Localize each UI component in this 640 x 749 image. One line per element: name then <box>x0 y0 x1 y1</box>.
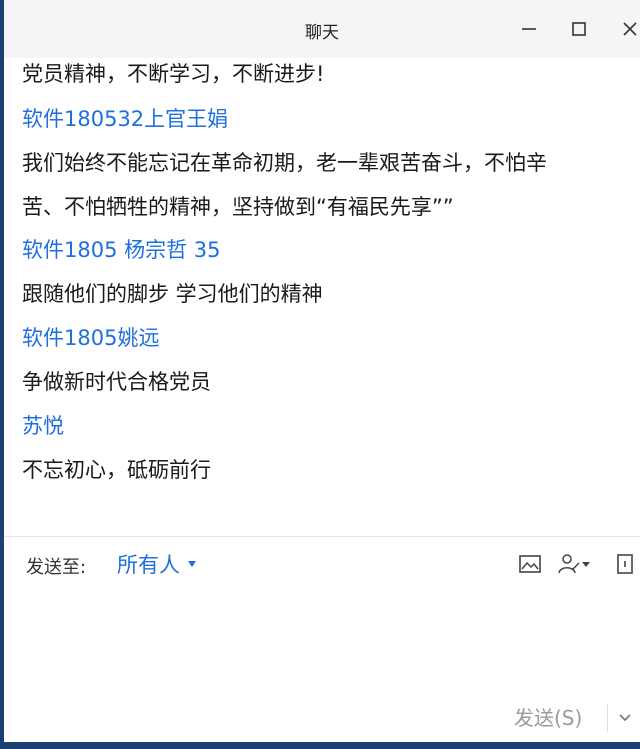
message-sender: 苏悦 <box>22 414 64 438</box>
message-sender: 软件180532上官王娟 <box>22 107 229 131</box>
close-icon <box>623 22 637 36</box>
title-bar[interactable]: 聊天 <box>4 0 640 58</box>
chat-window: 聊天 党员精神，不断学习，不断进步! 软件180532上官王娟 我们始终不能忘记… <box>4 0 640 742</box>
message-text: 跟随他们的脚步 学习他们的精神 <box>22 282 323 306</box>
image-icon <box>519 555 541 573</box>
send-divider <box>607 704 608 732</box>
message-text: 不忘初心，砥砺前行 <box>22 458 211 482</box>
message-text: 党员精神，不断学习，不断进步! <box>22 62 325 86</box>
recipient-dropdown[interactable]: 所有人 <box>117 549 196 579</box>
minimize-button[interactable] <box>509 12 549 46</box>
send-button[interactable]: 发送(S) <box>514 702 582 731</box>
message-text: 争做新时代合格党员 <box>22 370 211 394</box>
recipient-value: 所有人 <box>117 553 180 577</box>
close-button[interactable] <box>610 12 640 46</box>
message-list[interactable]: 党员精神，不断学习，不断进步! 软件180532上官王娟 我们始终不能忘记在革命… <box>4 58 640 536</box>
message-sender: 软件1805姚远 <box>22 326 160 350</box>
chevron-down-icon <box>582 562 590 567</box>
exit-icon <box>617 554 633 574</box>
annotation-icon <box>558 554 580 574</box>
send-options-button[interactable] <box>613 706 637 730</box>
message-sender: 软件1805 杨宗哲 35 <box>22 238 221 262</box>
image-button[interactable] <box>518 551 542 577</box>
maximize-icon <box>572 22 586 36</box>
minimize-icon <box>522 28 536 30</box>
compose-toolbar: 发送至: 所有人 <box>4 537 640 589</box>
caret-down-icon <box>188 561 196 567</box>
message-text: 苦、不怕牺牲的精神，坚持做到“有福民先享”” <box>22 195 454 219</box>
annotation-button[interactable] <box>557 551 591 577</box>
sendto-label: 发送至: <box>26 557 87 578</box>
message-input[interactable] <box>22 592 626 696</box>
message-text: 我们始终不能忘记在革命初期，老一辈艰苦奋斗，不怕辛 <box>22 151 547 175</box>
chevron-down-icon <box>619 714 631 722</box>
exit-button[interactable] <box>614 551 636 577</box>
maximize-button[interactable] <box>559 12 599 46</box>
